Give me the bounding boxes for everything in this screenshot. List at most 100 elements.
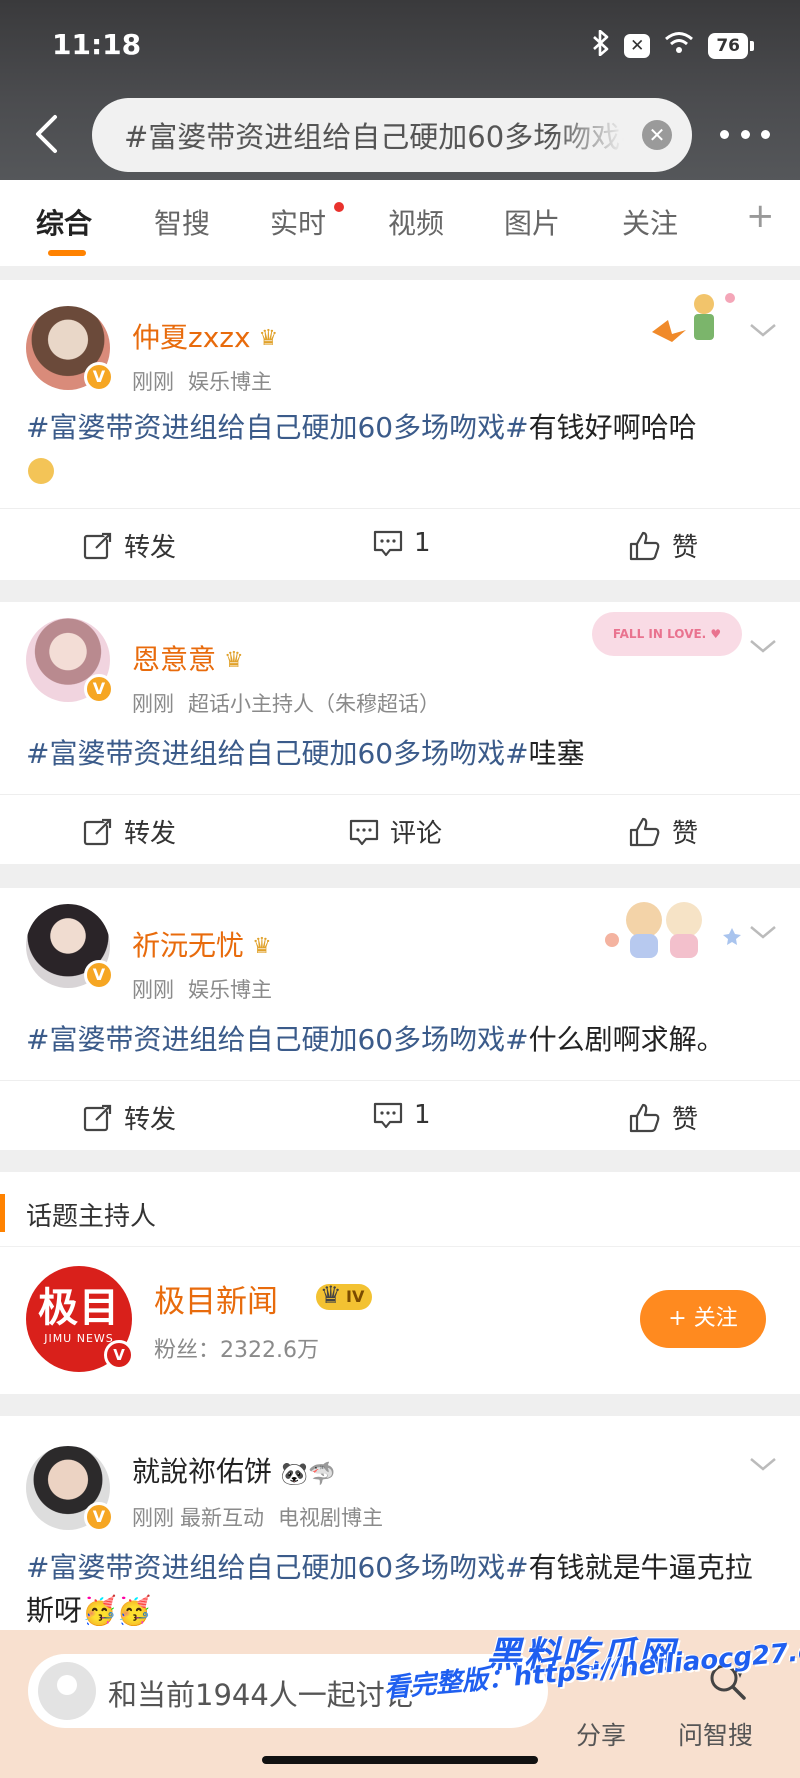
post-text: #富婆带资进组给自己硬加60多场吻戏#有钱好啊哈哈 (26, 406, 774, 492)
avatar[interactable]: V (26, 904, 114, 990)
topic-link[interactable]: #富婆带资进组给自己硬加60多场吻戏# (26, 1023, 529, 1056)
clear-icon[interactable]: ✕ (642, 120, 672, 150)
repost-button[interactable]: 转发 (82, 813, 176, 850)
comment-icon (373, 530, 403, 557)
status-time: 11:18 (52, 28, 142, 61)
search-input[interactable]: #富婆带资进组给自己硬加60多场吻戏# ✕ (92, 98, 692, 172)
discussion-placeholder: 和当前1944人一起讨论 (108, 1678, 414, 1712)
repost-button[interactable]: 转发 (82, 527, 176, 564)
tab-realtime[interactable]: 实时 (270, 202, 326, 242)
verified-badge: V (84, 1502, 114, 1532)
more-dot-icon (740, 129, 750, 139)
chevron-down-icon[interactable] (748, 320, 778, 340)
username[interactable]: 祈沅无忧 ♛ (132, 924, 272, 964)
fall-in-love-decoration: FALL IN LOVE. ♥ (592, 612, 742, 656)
verified-badge: V (104, 1340, 134, 1370)
user-avatar-placeholder-icon (38, 1662, 96, 1720)
post-text: #富婆带资进组给自己硬加60多场吻戏#有钱就是牛逼克拉斯呀🥳🥳 (26, 1551, 753, 1627)
status-icons: ✕ 76 (592, 29, 754, 62)
post-card[interactable]: V 仲夏zxzx ♛ 刚刚 娱乐博主 #富婆带资进组给自己硬加60多场吻戏#有钱好啊… (0, 280, 800, 580)
bear-cat-decoration-icon (592, 890, 742, 970)
post-card[interactable]: V 恩意意 ♛ 刚刚 超话小主持人（朱穆超话） FALL IN LOVE. ♥ #富… (0, 602, 800, 864)
like-button[interactable]: 赞 (628, 813, 698, 850)
panda-shark-emoji-icon: 🐼🦈 (280, 1462, 336, 1487)
little-prince-decoration-icon (642, 286, 742, 360)
verified-badge: V (84, 960, 114, 990)
verified-badge: V (84, 674, 114, 704)
like-button[interactable]: 赞 (628, 1099, 698, 1136)
doge-emoji-icon (28, 458, 54, 484)
section-accent-bar (0, 1194, 5, 1232)
topic-link[interactable]: #富婆带资进组给自己硬加60多场吻戏# (26, 1551, 529, 1584)
post-card[interactable]: V 就說祢佑饼 🐼🦈 刚刚 最新互动 电视剧博主 #富婆带资进组给自己硬加60多场吻… (0, 1416, 800, 1636)
divider (0, 1246, 800, 1247)
search-query: #富婆带资进组给自己硬加60多场吻戏# (124, 120, 624, 154)
verified-badge: V (84, 362, 114, 392)
battery-icon: 76 (708, 33, 754, 59)
avatar[interactable]: V (26, 618, 114, 704)
section-title: 话题主持人 (26, 1202, 157, 1232)
user-tag: 电视剧博主 (278, 1506, 383, 1530)
topic-link[interactable]: #富婆带资进组给自己硬加60多场吻戏# (26, 411, 529, 444)
tab-comprehensive[interactable]: 综合 (36, 202, 92, 242)
wifi-icon (664, 31, 694, 61)
tab-smart-search[interactable]: 智搜 (154, 202, 210, 242)
follow-button[interactable]: + 关注 (640, 1290, 766, 1348)
home-indicator (262, 1756, 538, 1764)
post-card[interactable]: V 祈沅无忧 ♛ 刚刚 娱乐博主 #富婆带资进组给自己硬加60多场吻戏#什么剧啊求解… (0, 888, 800, 1150)
avatar[interactable]: V (26, 1446, 114, 1532)
post-text: #富婆带资进组给自己硬加60多场吻戏#哇塞 (26, 737, 585, 770)
crown-icon: ♛ (258, 326, 279, 351)
repost-icon (83, 818, 112, 845)
new-dot-badge (334, 202, 344, 212)
tab-video[interactable]: 视频 (388, 202, 444, 242)
more-options-button[interactable] (720, 114, 770, 154)
post-meta: 刚刚 最新互动 电视剧博主 (132, 1502, 383, 1532)
avatar[interactable]: V (26, 306, 114, 392)
comment-button[interactable]: 1 (372, 527, 431, 559)
repost-button[interactable]: 转发 (82, 1099, 176, 1136)
bluetooth-icon (592, 29, 610, 62)
post-meta: 刚刚 娱乐博主 (132, 974, 272, 1004)
topic-link[interactable]: #富婆带资进组给自己硬加60多场吻戏# (26, 737, 529, 770)
tab-images[interactable]: 图片 (504, 202, 560, 242)
comment-icon (349, 819, 379, 845)
more-dot-icon (761, 129, 770, 139)
username[interactable]: 恩意意 ♛ (132, 638, 244, 678)
tab-following[interactable]: 关注 (622, 202, 678, 242)
user-tag: 娱乐博主 (188, 978, 272, 1002)
like-button[interactable]: 赞 (628, 527, 698, 564)
level-badge: IV (316, 1282, 373, 1310)
post-actions: 转发 1 赞 (0, 1080, 800, 1152)
fans-count: 粉丝：2322.6万 (154, 1338, 319, 1363)
thumbs-up-icon (629, 817, 660, 846)
ask-smart-search-button[interactable]: 问智搜 (678, 1716, 753, 1752)
chevron-left-icon (36, 115, 57, 153)
chevron-down-icon[interactable] (748, 922, 778, 942)
user-tag: 超话小主持人（朱穆超话） (188, 692, 440, 716)
top-bar: 11:18 ✕ 76 #富婆带资进组给自己硬加60多场吻戏# ✕ (0, 0, 800, 180)
host-name[interactable]: 极目新闻 (154, 1276, 278, 1321)
username[interactable]: 仲夏zxzx ♛ (132, 316, 278, 356)
comment-button[interactable]: 1 (372, 1099, 431, 1131)
post-text: #富婆带资进组给自己硬加60多场吻戏#什么剧啊求解。 (26, 1023, 725, 1056)
post-time: 刚刚 (132, 370, 174, 394)
post-time: 刚刚 (132, 1506, 174, 1530)
thumbs-up-icon (629, 531, 660, 560)
post-actions: 转发 评论 赞 (0, 794, 800, 866)
repost-icon (83, 532, 112, 559)
comment-button[interactable]: 评论 (348, 813, 442, 850)
topic-host-card: 话题主持人 极目 JIMU NEWS V 极目新闻 IV 粉丝：2322.6万 … (0, 1172, 800, 1394)
back-button[interactable] (26, 110, 66, 158)
user-tag: 最新互动 (180, 1506, 264, 1530)
tab-bar: 综合 智搜 实时 视频 图片 关注 + (0, 180, 800, 266)
repost-icon (83, 1104, 112, 1131)
chevron-down-icon[interactable] (748, 1454, 778, 1474)
add-tab-button[interactable]: + (746, 196, 775, 236)
username[interactable]: 就說祢佑饼 🐼🦈 (132, 1450, 336, 1490)
post-time: 刚刚 (132, 692, 174, 716)
share-button[interactable]: 分享 (576, 1716, 626, 1752)
active-tab-indicator (48, 250, 86, 256)
chevron-down-icon[interactable] (748, 636, 778, 656)
post-meta: 刚刚 超话小主持人（朱穆超话） (132, 688, 440, 718)
